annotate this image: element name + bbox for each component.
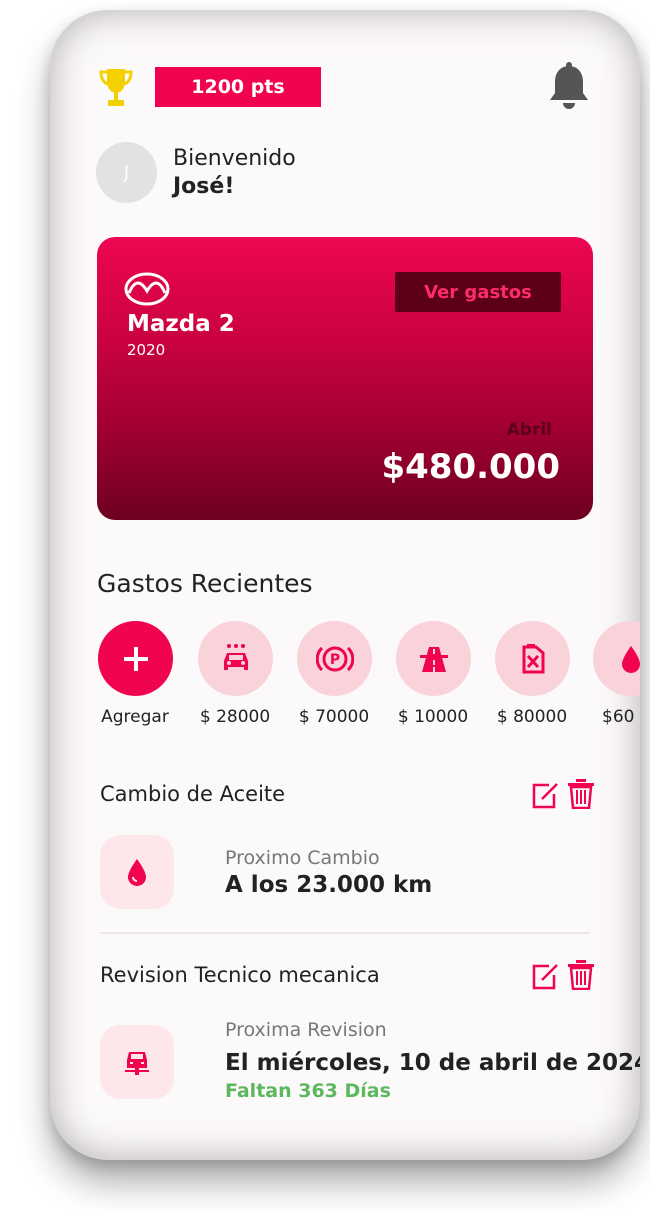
delete-icon[interactable] — [566, 958, 596, 990]
view-expenses-button[interactable]: Ver gastos — [395, 272, 561, 312]
parking-icon: P — [315, 646, 354, 671]
add-expense-button[interactable] — [98, 621, 173, 696]
recent-expenses-title: Gastos Recientes — [97, 569, 313, 598]
avatar[interactable]: J — [96, 142, 157, 203]
car-wash-icon — [223, 643, 248, 670]
trophy-icon — [99, 69, 133, 106]
car-inspection-icon — [125, 1052, 149, 1075]
expense-oil[interactable] — [593, 621, 640, 696]
user-name: José! — [173, 174, 235, 199]
oil-change-title: Cambio de Aceite — [100, 782, 286, 806]
oil-change-value: A los 23.000 km — [225, 872, 433, 898]
highway-icon — [419, 646, 448, 672]
oil-change-icon-box — [100, 835, 174, 909]
divider — [100, 932, 590, 934]
inspection-subtitle: Proxima Revision — [225, 1019, 387, 1041]
plus-icon — [123, 646, 148, 671]
delete-icon[interactable] — [566, 777, 596, 809]
inspection-title: Revision Tecnico mecanica — [100, 963, 380, 987]
expense-label: $ 80000 — [496, 707, 568, 727]
expense-label: $ 10000 — [397, 707, 469, 727]
inspection-date: El miércoles, 10 de abril de 2024 — [225, 1050, 640, 1076]
expense-parking[interactable]: P — [297, 621, 372, 696]
inspection-icon-box — [100, 1025, 174, 1099]
oil-change-subtitle: Proximo Cambio — [225, 847, 380, 869]
fuel-can-icon — [522, 643, 544, 673]
oil-drop-icon — [128, 859, 146, 886]
car-card[interactable]: Mazda 2 2020 Ver gastos Abril $480.000 — [97, 237, 593, 520]
inspection-countdown: Faltan 363 Días — [225, 1080, 391, 1102]
bell-icon[interactable] — [546, 62, 592, 112]
svg-text:P: P — [329, 652, 339, 668]
expense-label: $ 70000 — [298, 707, 370, 727]
expense-highway[interactable] — [396, 621, 471, 696]
edit-icon[interactable] — [530, 779, 560, 811]
expense-label: $60 — [602, 707, 635, 727]
car-model: Mazda 2 — [127, 311, 235, 337]
expense-label: $ 28000 — [199, 707, 271, 727]
expense-label: Agregar — [101, 707, 169, 727]
expense-car-wash[interactable] — [198, 621, 273, 696]
car-year: 2020 — [127, 341, 166, 359]
mazda-logo-icon — [124, 272, 170, 306]
expense-total: $480.000 — [381, 447, 560, 487]
phone-screen: 1200 pts J Bienvenido José! Mazda 2 2020… — [50, 10, 640, 1160]
expense-month: Abril — [506, 420, 552, 440]
oil-drop-icon — [621, 645, 640, 673]
expense-fuel[interactable] — [495, 621, 570, 696]
greeting-text: Bienvenido — [173, 146, 296, 171]
points-badge[interactable]: 1200 pts — [155, 67, 321, 107]
edit-icon[interactable] — [530, 960, 560, 992]
